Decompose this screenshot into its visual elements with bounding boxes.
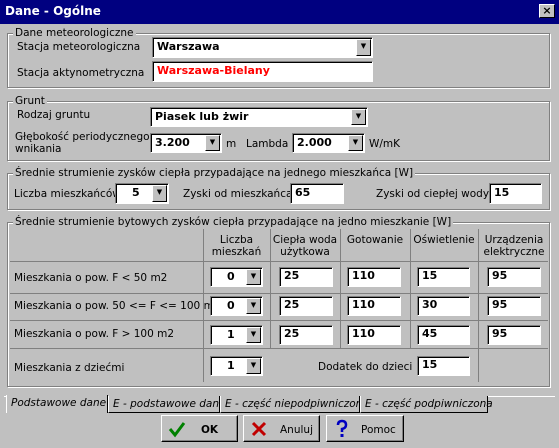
children-count-select[interactable]: 1 ▼ [210,356,263,376]
cancel-button[interactable]: Anuluj [243,415,320,442]
depth-select[interactable]: 3.200 ▼ [150,133,222,153]
row-count-select[interactable]: 1 ▼ [210,325,263,345]
row-count-value: 0 [227,299,235,312]
help-button[interactable]: Pomoc [326,415,404,442]
ok-button[interactable]: OK [161,415,238,442]
ok-label: OK [201,424,219,436]
header-count: Liczba mieszkań [203,234,270,258]
lambda-unit: W/mK [369,138,401,150]
children-bonus-field[interactable]: 15 [417,356,470,376]
check-icon [168,422,186,438]
tab-e-basement[interactable]: E - część podpiwniczona [360,396,493,413]
grid-line [410,229,411,349]
grid-line [340,229,341,349]
lighting-field[interactable]: 45 [417,325,470,345]
close-button[interactable]: × [539,4,555,18]
lambda-label: Lambda [246,138,289,150]
header-cooking: Gotowanie [346,234,404,246]
header-devices-line1: Urządzenia [484,234,544,246]
depth-unit: m [226,138,237,150]
cooking-field[interactable]: 110 [347,325,401,345]
water-field[interactable]: 25 [279,325,333,345]
hot-water-field[interactable]: 15 [489,183,542,204]
children-label: Mieszkania z dziećmi [14,362,125,374]
row-count-select[interactable]: 0 ▼ [210,296,263,316]
row-label: Mieszkania o pow. F < 50 m2 [14,272,168,284]
header-devices: Urządzenia elektryczne [478,234,550,258]
chevron-down-icon[interactable]: ▼ [348,135,363,151]
water-field[interactable]: 25 [279,267,333,287]
tab-basic-data[interactable]: Podstawowe dane [6,395,108,413]
row-count-value: 1 [227,328,235,341]
header-count-line2: mieszkań [211,246,262,258]
chevron-down-icon[interactable]: ▼ [205,135,220,151]
hot-water-label: Zyski od ciepłej wody [376,188,490,200]
row-count-value: 0 [227,270,235,283]
question-icon [336,419,348,437]
devices-field[interactable]: 95 [487,296,541,316]
close-icon: × [542,4,552,17]
residents-value: 5 [132,186,140,199]
station-value: Warszawa [157,40,220,53]
water-field[interactable]: 25 [279,296,333,316]
soil-type-label: Rodzaj gruntu [17,109,91,121]
chevron-down-icon[interactable]: ▼ [246,269,261,285]
station-select[interactable]: Warszawa ▼ [152,37,373,58]
resident-gain-field[interactable]: 65 [290,183,344,204]
grid-line [10,348,548,349]
chevron-down-icon[interactable]: ▼ [246,358,261,374]
per-flat-group-title: Średnie strumienie bytowych zysków ciepł… [13,216,454,228]
grid-line [10,261,548,262]
cooking-field[interactable]: 110 [347,267,401,287]
title-bar[interactable]: Dane - Ogólne × [0,0,559,24]
tab-e-basic-data[interactable]: E - podstawowe dane [108,396,226,413]
depth-label-2: wnikania [15,143,62,155]
chevron-down-icon[interactable]: ▼ [351,109,366,125]
per-person-group-title: Średnie strumienie zysków ciepła przypad… [13,167,416,179]
chevron-down-icon[interactable]: ▼ [246,327,261,343]
cancel-label: Anuluj [280,424,313,436]
soil-type-select[interactable]: Piasek lub żwir ▼ [150,107,368,127]
header-lighting: Oświetlenie [413,234,475,246]
cooking-field[interactable]: 110 [347,296,401,316]
children-count-value: 1 [227,359,235,372]
tab-e-no-basement[interactable]: E - część niepodpiwniczona [220,396,369,413]
header-count-line1: Liczba [219,234,254,246]
residents-label: Liczba mieszkańców [14,188,121,200]
lambda-select[interactable]: 2.000 ▼ [292,133,365,153]
chevron-down-icon[interactable]: ▼ [356,39,371,56]
header-water-line2: użytkowa [280,246,330,258]
grid-line [10,320,548,321]
row-label: Mieszkania o pow. 50 <= F <= 100 m2 [14,300,221,312]
help-label: Pomoc [361,424,396,436]
station-label: Stacja meteorologiczna [17,41,141,53]
lighting-field[interactable]: 30 [417,296,470,316]
lighting-field[interactable]: 15 [417,267,470,287]
devices-field[interactable]: 95 [487,325,541,345]
grid-line [10,293,548,294]
devices-field[interactable]: 95 [487,267,541,287]
actino-field[interactable]: Warszawa-Bielany [152,61,373,82]
header-water: Ciepła woda użytkowa [270,234,340,258]
soil-type-value: Piasek lub żwir [155,110,249,123]
resident-gain-label: Zyski od mieszkańca [183,188,293,200]
cross-icon [251,421,267,437]
header-water-line1: Ciepła woda [272,234,338,246]
meteo-group-title: Dane meteorologiczne [13,27,136,39]
header-devices-line2: elektryczne [483,246,545,258]
depth-value: 3.200 [155,136,190,149]
soil-group-title: Grunt [13,95,47,107]
children-bonus-label: Dodatek do dzieci [318,361,413,373]
row-label: Mieszkania o pow. F > 100 m2 [14,328,175,340]
window-title: Dane - Ogólne [5,4,101,18]
actino-label: Stacja aktynometryczna [17,67,145,79]
residents-select[interactable]: 5 ▼ [115,183,169,204]
lambda-value: 2.000 [297,136,332,149]
chevron-down-icon[interactable]: ▼ [246,298,261,314]
row-count-select[interactable]: 0 ▼ [210,267,263,287]
chevron-down-icon[interactable]: ▼ [152,185,167,202]
